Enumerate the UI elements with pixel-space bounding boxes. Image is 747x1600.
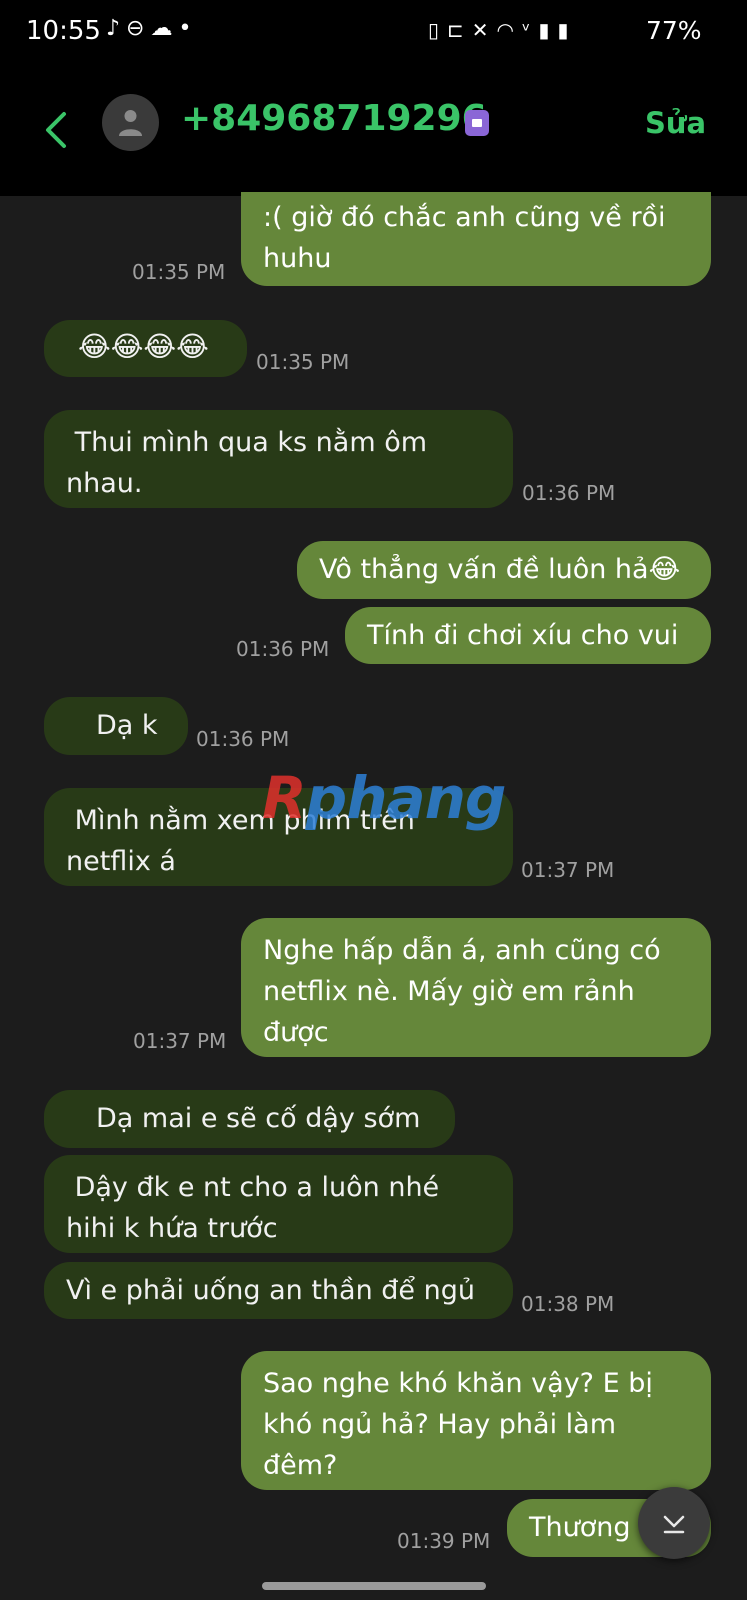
- chevron-left-icon: [46, 112, 66, 148]
- dot-icon: •: [178, 16, 198, 41]
- sim-badge-icon: [465, 110, 489, 136]
- mute-icon: ✕: [471, 18, 497, 42]
- message-timestamp: 01:36 PM: [236, 637, 330, 661]
- chevron-down-icon: [663, 1515, 685, 1534]
- message-bubble[interactable]: Sao nghe khó khăn vậy? E bị khó ngủ hả? …: [241, 1351, 711, 1490]
- scroll-to-bottom-button[interactable]: [638, 1487, 710, 1559]
- contact-name[interactable]: +84968719296: [181, 98, 487, 139]
- gesture-nav-bar[interactable]: [262, 1582, 486, 1590]
- sleep-icon: ⊏: [447, 18, 472, 42]
- message-bubble[interactable]: Dạ mai e sẽ cố dậy sớm: [44, 1090, 455, 1148]
- signal-icon: ▮: [538, 18, 558, 42]
- message-timestamp: 01:35 PM: [132, 260, 226, 284]
- message-bubble[interactable]: Nghe hấp dẫn á, anh cũng có netflix nè. …: [241, 918, 711, 1057]
- system-icons: ▯⊏✕◠ᵛ▮▮: [428, 18, 576, 42]
- message-timestamp: 01:37 PM: [133, 1029, 227, 1053]
- nfc-icon: ▯: [428, 18, 448, 42]
- edit-button[interactable]: Sửa: [645, 106, 706, 140]
- message-bubble[interactable]: Tính đi chơi xíu cho vui: [345, 607, 711, 664]
- status-bar: 10:55 ♪⊖☁• ▯⊏✕◠ᵛ▮▮ 77%: [0, 0, 747, 70]
- do-not-disturb-icon: ⊖: [126, 16, 151, 41]
- avatar[interactable]: [102, 94, 159, 151]
- message-bubble[interactable]: Vì e phải uống an thần để ngủ: [44, 1262, 513, 1319]
- watermark-text: phang: [305, 764, 507, 832]
- watermark-logo: Rphang: [262, 764, 507, 832]
- wifi-icon: ◠: [496, 18, 522, 42]
- back-button[interactable]: [42, 100, 82, 160]
- watermark-letter: R: [262, 764, 307, 832]
- message-timestamp: 01:36 PM: [196, 727, 290, 751]
- conversation-header: +84968719296 Sửa: [0, 70, 747, 196]
- cloud-icon: ☁: [150, 16, 179, 41]
- person-icon: [119, 110, 142, 136]
- message-bubble[interactable]: 😂😂😂😂: [44, 320, 247, 377]
- message-timestamp: 01:38 PM: [521, 1292, 615, 1316]
- tiktok-icon: ♪: [106, 16, 127, 41]
- message-bubble[interactable]: Dậy đk e nt cho a luôn nhé hihi k hứa tr…: [44, 1155, 513, 1253]
- message-timestamp: 01:35 PM: [256, 350, 350, 374]
- message-timestamp: 01:37 PM: [521, 858, 615, 882]
- message-bubble[interactable]: Vô thẳng vấn đề luôn hả😂: [297, 541, 711, 599]
- message-bubble[interactable]: Thui mình qua ks nằm ôm nhau.: [44, 410, 513, 508]
- volte-icon: ᵛ: [522, 18, 539, 42]
- message-bubble[interactable]: :( giờ đó chắc anh cũng về rồi huhu: [241, 192, 711, 286]
- message-timestamp: 01:36 PM: [522, 481, 616, 505]
- battery-level: 77%: [646, 16, 702, 45]
- message-bubble[interactable]: Dạ k: [44, 697, 188, 755]
- clock: 10:55: [26, 16, 101, 46]
- signal-icon: ▮: [557, 18, 577, 42]
- message-timestamp: 01:39 PM: [397, 1529, 491, 1553]
- notification-icons: ♪⊖☁•: [106, 16, 197, 41]
